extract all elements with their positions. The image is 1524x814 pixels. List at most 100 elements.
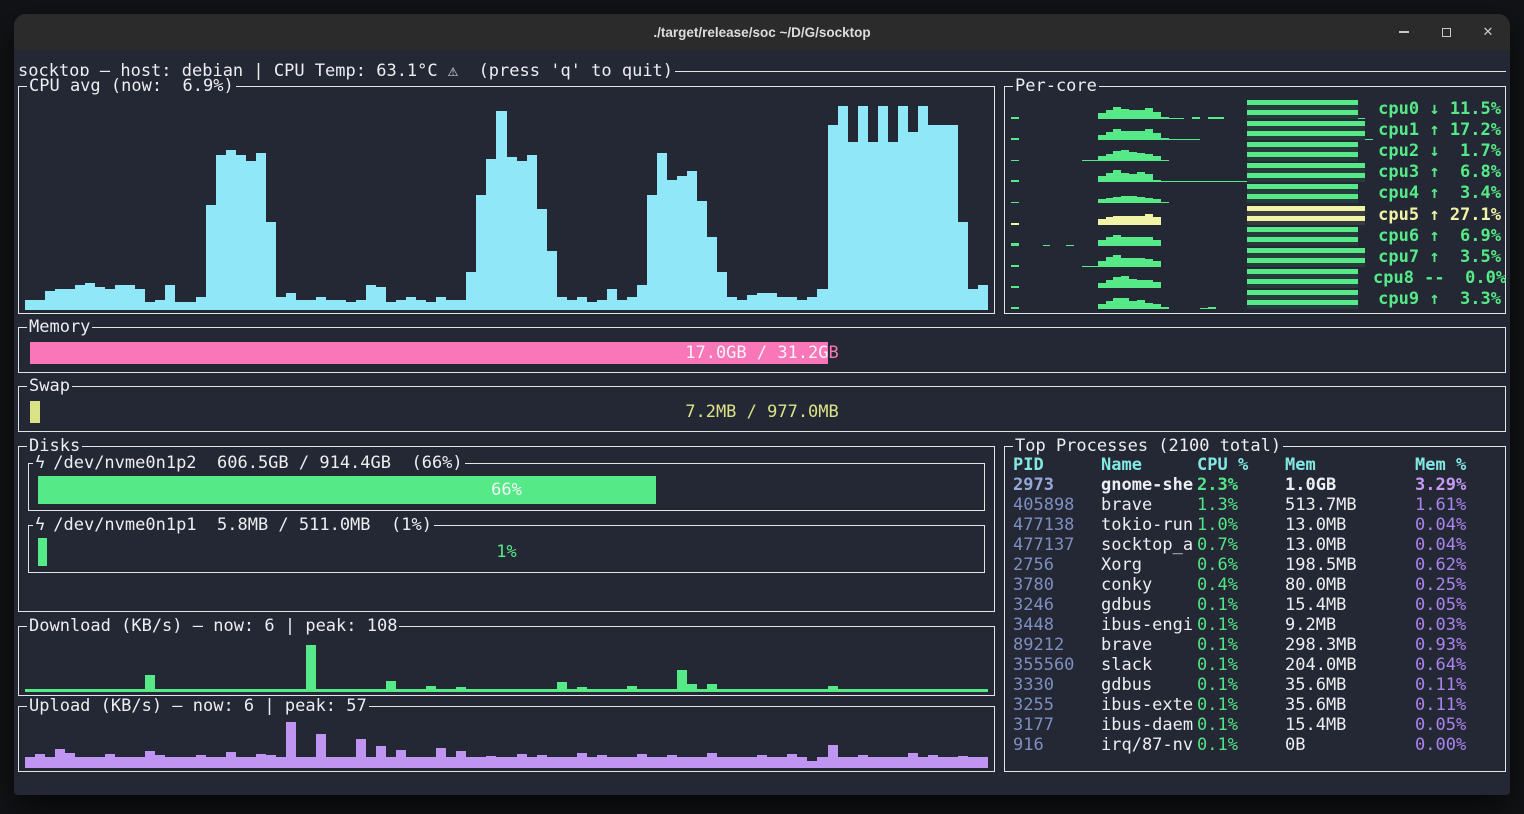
spark-bar: [1137, 258, 1145, 267]
chart-bar: [55, 689, 65, 692]
spark-bar: [1098, 176, 1106, 182]
chart-bar: [717, 757, 727, 768]
chart-bar: [918, 106, 928, 310]
spark-bar: [1239, 181, 1247, 182]
spark-bar: [1326, 163, 1334, 182]
cell-mem: 198.5MB: [1285, 555, 1415, 575]
cell-memp: 3.29%: [1415, 475, 1497, 495]
spark-bar: [1302, 163, 1310, 182]
cell-name: gdbus: [1101, 675, 1197, 695]
spark-bar: [1145, 280, 1153, 288]
core-label: cpu3 ↑ 6.8%: [1373, 162, 1501, 182]
chart-bar: [968, 689, 978, 692]
spark-bar: [1129, 174, 1137, 183]
chart-bar: [416, 300, 426, 311]
chart-bar: [436, 297, 446, 310]
cell-mem: 204.0MB: [1285, 655, 1415, 675]
chart-bar: [75, 285, 85, 310]
minimize-button[interactable]: [1396, 24, 1412, 40]
spark-bar: [1145, 237, 1153, 245]
chart-bar: [446, 300, 456, 311]
spark-bar: [1255, 163, 1263, 182]
chart-bar: [276, 689, 286, 692]
chart-bar: [175, 757, 185, 768]
spark-bar: [1106, 257, 1114, 267]
chart-bar: [105, 689, 115, 692]
chart-bar: [888, 757, 898, 768]
chart-bar: [486, 689, 496, 692]
download-panel: Download (KB/s) — now: 6 | peak: 108: [18, 626, 995, 696]
spark-bar: [1145, 154, 1153, 162]
swap-title: Swap: [27, 376, 72, 396]
chart-bar: [697, 201, 707, 310]
chart-bar: [547, 251, 557, 310]
cell-pid: 3246: [1013, 595, 1101, 615]
spark-bar: [1263, 163, 1271, 182]
spark-bar: [1153, 199, 1161, 204]
chart-bar: [507, 157, 517, 310]
chart-bar: [767, 689, 777, 692]
process-row: 3177ibus-daem0.1%15.4MB0.05%: [1013, 715, 1497, 735]
chart-bar: [787, 754, 797, 768]
spark-bar: [1247, 163, 1255, 182]
spark-bar: [1295, 121, 1303, 140]
spark-bar: [1279, 142, 1287, 161]
spark-bar: [1310, 269, 1318, 288]
cell-mem: 1.0GB: [1285, 475, 1415, 495]
maximize-button[interactable]: [1438, 24, 1454, 40]
chart-bar: [607, 289, 617, 310]
chart-bar: [747, 295, 757, 310]
process-row: 3246gdbus0.1%15.4MB0.05%: [1013, 595, 1497, 615]
terminal-content[interactable]: socktop — host: debian | CPU Temp: 63.1°…: [14, 50, 1510, 795]
spark-bar: [1271, 163, 1279, 182]
spark-bar: [1121, 216, 1129, 225]
disk-entry: ϟ /dev/nvme0n1p2 606.5GB / 914.4GB (66%)…: [28, 463, 985, 511]
minimize-icon: [1399, 31, 1409, 33]
spark-bar: [1129, 216, 1137, 224]
spark-bar: [1350, 121, 1358, 140]
spark-bar: [1287, 121, 1295, 140]
core-label: cpu6 ↑ 6.9%: [1373, 226, 1501, 246]
spark-bar: [1287, 227, 1295, 246]
cpu-avg-title: CPU avg (now: 6.9%): [27, 76, 236, 96]
chart-bar: [807, 297, 817, 310]
cell-pid: 3448: [1013, 615, 1101, 635]
chart-bar: [35, 689, 45, 692]
spark-bar: [1342, 121, 1350, 140]
core-sparkline: [1011, 100, 1373, 119]
chart-bar: [476, 757, 486, 768]
chart-bar: [657, 757, 667, 768]
spark-bar: [1287, 100, 1295, 119]
spark-bar: [1334, 248, 1342, 267]
chart-bar: [978, 757, 988, 768]
window-titlebar[interactable]: ./target/release/soc ~/D/G/socktop ✕: [14, 14, 1510, 50]
terminal-window: ./target/release/soc ~/D/G/socktop ✕ soc…: [14, 14, 1510, 795]
cell-name: gnome-she: [1101, 475, 1197, 495]
cell-pid: 405898: [1013, 495, 1101, 515]
chart-bar: [216, 689, 226, 692]
chart-bar: [908, 753, 918, 768]
close-button[interactable]: ✕: [1480, 24, 1496, 40]
spark-bar: [1302, 248, 1310, 267]
chart-bar: [446, 757, 456, 768]
disk-icon: ϟ: [35, 453, 45, 473]
chart-bar: [155, 689, 165, 692]
download-chart: [25, 640, 988, 692]
spark-bar: [1287, 206, 1295, 225]
chart-bar: [356, 689, 366, 692]
chart-bar: [266, 755, 276, 768]
spark-bar: [1011, 265, 1019, 267]
core-row: cpu1 ↑ 17.2%: [1011, 120, 1501, 140]
chart-bar: [216, 757, 226, 768]
spark-bar: [1255, 269, 1263, 288]
chart-bar: [145, 302, 155, 310]
spark-bar: [1342, 142, 1350, 161]
spark-bar: [1271, 227, 1279, 246]
spark-bar: [1113, 298, 1121, 309]
spark-bar: [1302, 184, 1310, 203]
spark-bar: [1184, 181, 1192, 182]
chart-bar: [196, 689, 206, 692]
chart-bar: [316, 734, 326, 768]
chart-bar: [496, 111, 506, 311]
chart-bar: [436, 748, 446, 768]
